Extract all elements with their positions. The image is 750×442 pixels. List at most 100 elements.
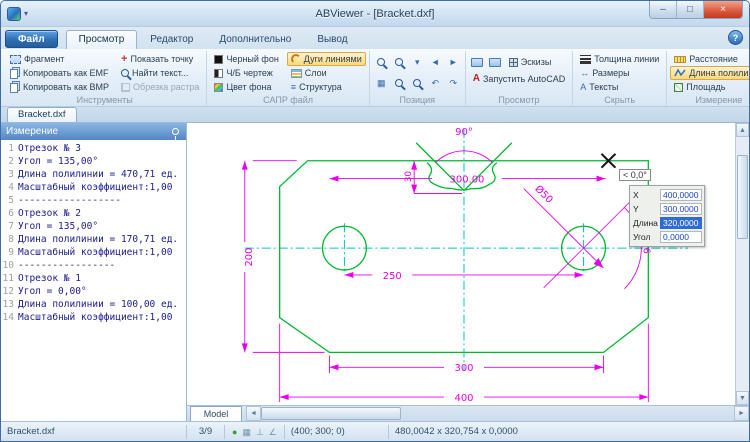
snap-perpendicular-icon[interactable]: ⊥: [256, 425, 264, 439]
measure-panel-header[interactable]: Измерение: [1, 123, 186, 140]
next-view-button[interactable]: ►: [445, 53, 461, 71]
zoom-all-button[interactable]: [409, 74, 425, 92]
coord-value-y[interactable]: 300,0000: [660, 203, 702, 215]
zoom-in-button[interactable]: [391, 53, 407, 71]
coord-value-angle[interactable]: 0,0000: [660, 231, 702, 243]
monitor-1-button[interactable]: [469, 53, 485, 71]
line-weight-button[interactable]: Толщина линии: [576, 52, 663, 66]
status-cursor-coords: (400; 300; 0): [285, 425, 389, 439]
measure-results-list[interactable]: 1Отрезок № 3 2Угол = 135,00° 3Длина поли…: [1, 140, 186, 421]
snap-grid-icon[interactable]: ▦: [242, 425, 251, 439]
thumbnails-button[interactable]: Эскизы: [505, 55, 556, 69]
dimensions-icon: ↔: [580, 68, 589, 78]
texts-icon: A: [580, 82, 586, 92]
layers-button[interactable]: Слои: [287, 66, 366, 80]
copy-bmp-icon: [10, 83, 18, 93]
polyline-icon: [674, 68, 686, 78]
model-sheet-tab[interactable]: Model: [190, 406, 242, 421]
rotate-cw-button[interactable]: ↷: [445, 74, 461, 92]
horizontal-scroll-thumb[interactable]: [261, 407, 401, 420]
tab-view[interactable]: Просмотр: [66, 30, 138, 49]
quick-access-caret-icon[interactable]: ▾: [24, 9, 28, 18]
ruler-icon: [674, 56, 686, 63]
show-point-button[interactable]: + Показать точку: [117, 52, 203, 66]
snap-point-icon[interactable]: ●: [232, 425, 237, 439]
scroll-right-icon[interactable]: ►: [734, 406, 749, 421]
fragment-button[interactable]: Фрагмент: [6, 52, 113, 66]
run-autocad-button[interactable]: A Запустить AutoCAD: [469, 72, 569, 86]
bw-drawing-label: Ч/Б чертеж: [226, 68, 272, 78]
coord-value-x[interactable]: 400,0000: [660, 189, 702, 201]
zoom-extents-button[interactable]: ▦: [373, 74, 389, 92]
previous-view-button[interactable]: ◄: [427, 53, 443, 71]
hide-texts-button[interactable]: A Тексты: [576, 80, 663, 94]
structure-button[interactable]: ≡ Структура: [287, 80, 366, 94]
black-background-button[interactable]: Черный фон: [210, 52, 282, 66]
area-icon: [674, 83, 683, 92]
cad-drawing[interactable]: 400 300 250 200 300.00 30 90° 90° Ø50: [187, 123, 735, 405]
thumbnails-icon: [509, 58, 518, 67]
snap-angle-icon[interactable]: ∠: [269, 425, 277, 439]
zoom-out-button[interactable]: [391, 74, 407, 92]
polyline-length-button[interactable]: Длина полилинии: [670, 66, 749, 80]
background-color-icon: [214, 83, 223, 92]
list-item: 5------------------: [1, 194, 186, 207]
vertical-scrollbar[interactable]: ▲ ▼: [735, 123, 749, 405]
monitor-icon: [471, 58, 483, 67]
app-icon[interactable]: [7, 7, 21, 21]
minimize-button[interactable]: –: [650, 1, 677, 18]
autocad-icon: A: [473, 74, 480, 84]
search-icon: [121, 69, 129, 77]
help-icon[interactable]: ?: [728, 30, 743, 45]
document-tab-bracket[interactable]: Bracket.dxf: [7, 107, 77, 122]
coord-label-x: X: [632, 190, 660, 200]
area-label: Площадь: [686, 82, 725, 92]
rotate-ccw-icon: ↶: [431, 78, 439, 88]
distance-button[interactable]: Расстояние: [670, 52, 749, 66]
hide-dimensions-button[interactable]: ↔ Размеры: [576, 66, 663, 80]
vertical-scroll-thumb[interactable]: [737, 155, 748, 239]
scroll-up-icon[interactable]: ▲: [736, 123, 749, 137]
background-color-button[interactable]: Цвет фона: [210, 80, 282, 94]
bw-drawing-button[interactable]: Ч/Б чертеж: [210, 66, 282, 80]
coord-value-length[interactable]: 320,0000: [660, 217, 702, 229]
fragment-icon: [10, 55, 21, 64]
area-button[interactable]: Площадь: [670, 80, 749, 94]
black-background-label: Черный фон: [226, 54, 278, 64]
list-item: 3Длина полилинии = 470,71 ед.: [1, 168, 186, 181]
status-filename: Bracket.dxf: [1, 425, 187, 439]
list-item: 2Угол = 135,00°: [1, 155, 186, 168]
tab-advanced[interactable]: Дополнительно: [206, 30, 304, 49]
rotate-ccw-button[interactable]: ↶: [427, 74, 443, 92]
tab-output[interactable]: Вывод: [304, 30, 360, 49]
scroll-down-icon[interactable]: ▼: [736, 391, 749, 405]
window-title: ABViewer - [Bracket.dxf]: [1, 8, 749, 20]
pin-icon[interactable]: [172, 128, 179, 135]
drawing-column: 400 300 250 200 300.00 30 90° 90° Ø50: [187, 123, 749, 421]
monitor-2-button[interactable]: [487, 53, 503, 71]
group-title-position: Позиция: [373, 94, 462, 106]
copy-emf-button[interactable]: Копировать как EMF: [6, 66, 113, 80]
maximize-button[interactable]: □: [677, 1, 704, 18]
group-title-hide: Скрыть: [576, 94, 663, 106]
horizontal-scrollbar[interactable]: ◄ ►: [246, 406, 749, 421]
dimension-arrows: [242, 161, 649, 400]
previous-view-icon: ◄: [431, 57, 440, 67]
list-item: 14Масштабный коэффициент:1,00: [1, 311, 186, 324]
ribbon-group-measure: Расстояние Длина полилинии Площадь Измер…: [667, 51, 749, 106]
copy-bmp-button[interactable]: Копировать как BMP: [6, 80, 113, 94]
zoom-menu-button[interactable]: ▾: [409, 53, 425, 71]
angle-tooltip: < 0,0°: [619, 169, 651, 181]
zoom-window-button[interactable]: [373, 53, 389, 71]
tab-editor[interactable]: Редактор: [137, 30, 206, 49]
find-text-button[interactable]: Найти текст...: [117, 66, 203, 80]
drawing-canvas[interactable]: 400 300 250 200 300.00 30 90° 90° Ø50: [187, 123, 735, 405]
title-bar[interactable]: ▾ ABViewer - [Bracket.dxf] – □ ×: [1, 1, 749, 27]
file-menu-button[interactable]: Файл: [5, 30, 58, 48]
list-item: 11Отрезок № 1: [1, 272, 186, 285]
coord-label-length: Длина: [632, 218, 660, 228]
arcs-as-lines-button[interactable]: Дуги линиями: [287, 52, 366, 66]
close-button[interactable]: ×: [704, 1, 742, 18]
zoom-extents-icon: ▦: [377, 78, 386, 88]
scroll-left-icon[interactable]: ◄: [246, 406, 261, 421]
